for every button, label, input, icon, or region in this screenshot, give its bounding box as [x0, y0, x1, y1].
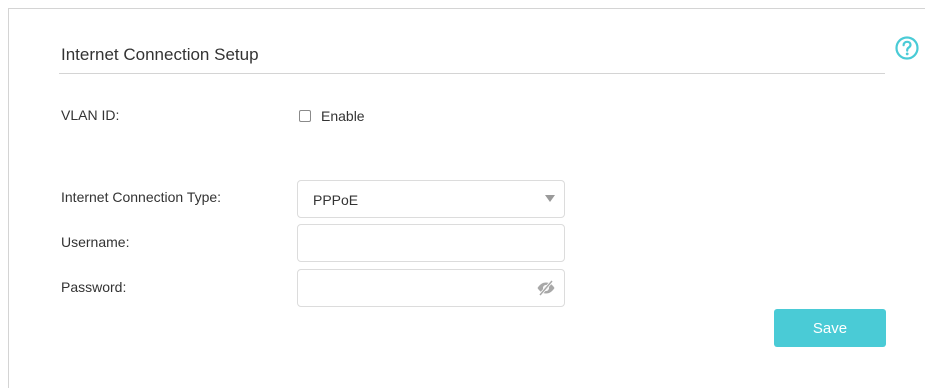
- password-label: Password:: [61, 279, 127, 295]
- connection-type-select[interactable]: PPPoE: [297, 180, 565, 218]
- checkbox-box[interactable]: [299, 110, 311, 122]
- connection-type-value: PPPoE: [313, 192, 359, 208]
- username-field-wrapper: [297, 224, 565, 262]
- vlan-enable-checkbox[interactable]: Enable: [299, 107, 365, 125]
- username-label: Username:: [61, 234, 130, 250]
- eye-hidden-icon[interactable]: [536, 280, 556, 296]
- dropdown-arrow-icon: [545, 195, 555, 202]
- password-field-wrapper: [297, 269, 565, 307]
- vlan-id-label: VLAN ID:: [61, 107, 120, 123]
- vlan-enable-label[interactable]: Enable: [321, 108, 365, 124]
- password-input[interactable]: [298, 270, 530, 306]
- connection-type-label: Internet Connection Type:: [61, 189, 222, 205]
- title-divider: [59, 73, 885, 74]
- help-icon[interactable]: [894, 35, 920, 61]
- section-title: Internet Connection Setup: [61, 45, 259, 64]
- save-button[interactable]: Save: [774, 309, 886, 347]
- username-input[interactable]: [298, 225, 530, 261]
